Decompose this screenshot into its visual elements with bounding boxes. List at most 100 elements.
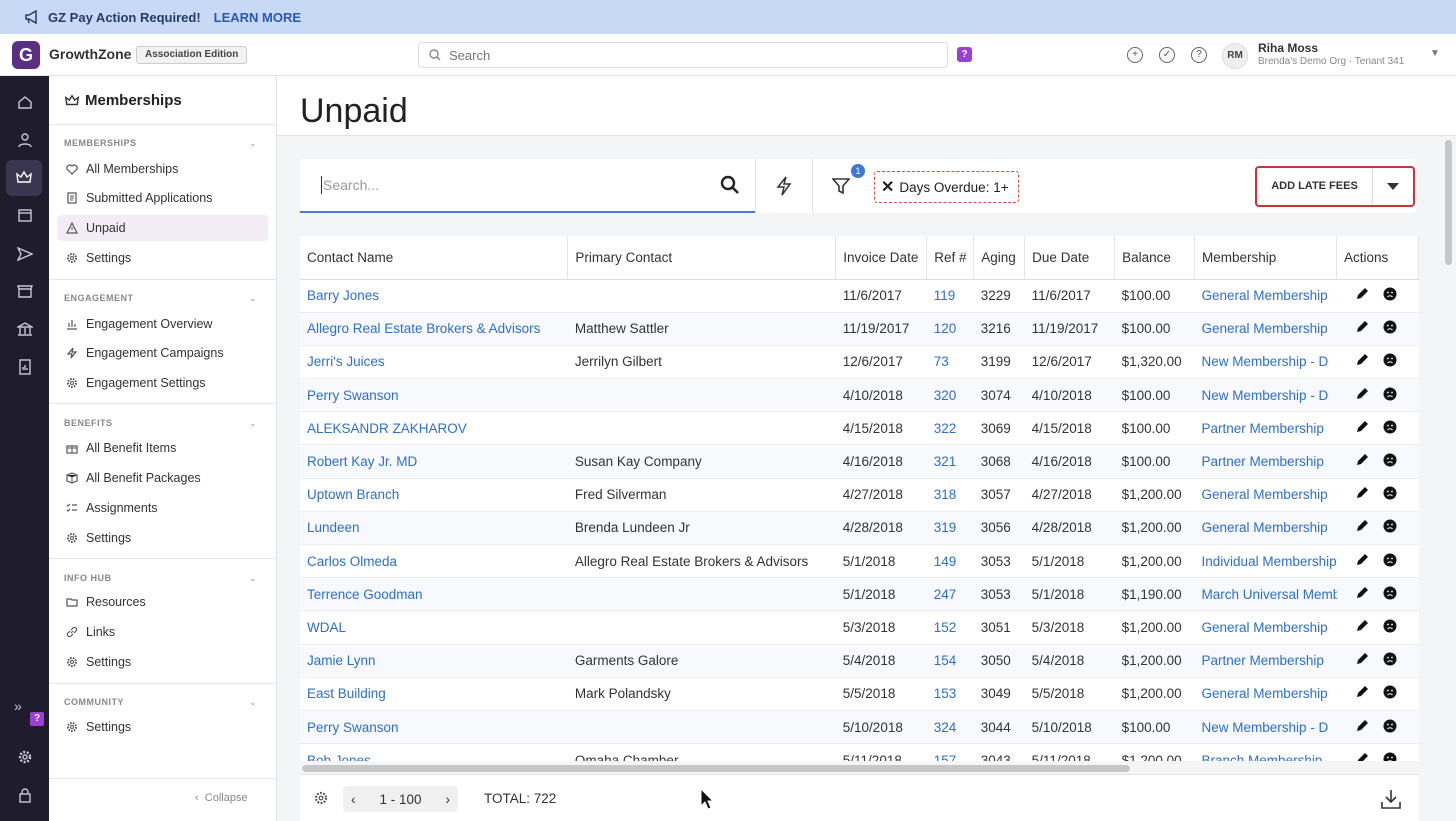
table-row[interactable]: Lundeen Brenda Lundeen Jr 4/28/2018 319 3056…: [300, 511, 1419, 546]
sad-face-icon[interactable]: [1383, 353, 1397, 370]
crown-icon[interactable]: [6, 160, 42, 196]
sad-face-icon[interactable]: [1383, 586, 1397, 603]
home-icon[interactable]: [16, 93, 34, 111]
membership-link[interactable]: Branch Membership: [1202, 753, 1337, 761]
edit-pencil-icon[interactable]: [1355, 519, 1369, 536]
edit-pencil-icon[interactable]: [1355, 685, 1369, 702]
table-row[interactable]: Bob Jones Omaha Chamber 5/11/2018 157 3043 5/…: [300, 743, 1419, 761]
chevron-down-icon[interactable]: ⌄: [249, 418, 257, 429]
table-row[interactable]: Carlos Olmeda Allegro Real Estate Brokers…: [300, 544, 1419, 579]
ref-number-link[interactable]: 322: [934, 421, 957, 436]
sidebar-item-engagement-settings[interactable]: Engagement Settings: [57, 370, 268, 396]
contact-name-link[interactable]: East Building: [307, 686, 386, 701]
add-late-fees-button[interactable]: ADD LATE FEES: [1257, 168, 1373, 205]
edit-pencil-icon[interactable]: [1355, 586, 1369, 603]
sad-face-icon[interactable]: [1383, 619, 1397, 636]
column-header[interactable]: Ref #: [926, 236, 975, 280]
horizontal-scrollbar[interactable]: [302, 765, 1130, 772]
edit-pencil-icon[interactable]: [1355, 486, 1369, 503]
ref-number-link[interactable]: 152: [934, 620, 957, 635]
contact-name-link[interactable]: Perry Swanson: [307, 720, 399, 735]
membership-link[interactable]: Individual Membership: [1202, 554, 1337, 569]
table-row[interactable]: East Building Mark Polandsky 5/5/2018 153 30…: [300, 677, 1419, 711]
sidebar-item-unpaid[interactable]: Unpaid: [57, 215, 268, 241]
sidebar-item-all-memberships[interactable]: All Memberships: [57, 156, 268, 182]
chevron-left-icon[interactable]: ‹: [351, 792, 356, 807]
learn-more-link[interactable]: LEARN MORE: [214, 10, 301, 25]
user-name[interactable]: Riha Moss: [1258, 41, 1318, 55]
membership-link[interactable]: General Membership: [1202, 620, 1337, 635]
sad-face-icon[interactable]: [1383, 652, 1397, 669]
table-row[interactable]: Uptown Branch Fred Silverman 4/27/2018 318 3…: [300, 478, 1419, 512]
question-circle-icon[interactable]: ?: [1191, 47, 1207, 63]
sidebar-item-info-hub-settings[interactable]: Settings: [57, 649, 268, 675]
add-circle-icon[interactable]: +: [1127, 47, 1143, 63]
membership-link[interactable]: Partner Membership: [1202, 653, 1337, 668]
check-circle-icon[interactable]: ✓: [1159, 47, 1175, 63]
close-icon[interactable]: ✕: [881, 177, 894, 197]
column-header[interactable]: Contact Name: [300, 236, 569, 280]
membership-link[interactable]: Partner Membership: [1202, 421, 1337, 436]
edit-pencil-icon[interactable]: [1355, 619, 1369, 636]
ref-number-link[interactable]: 319: [934, 520, 957, 535]
sad-face-icon[interactable]: [1383, 486, 1397, 503]
table-row[interactable]: Allegro Real Estate Brokers & Advisors Ma…: [300, 312, 1419, 346]
bolt-icon[interactable]: [776, 176, 792, 196]
membership-link[interactable]: New Membership - D: [1202, 354, 1337, 369]
ref-number-link[interactable]: 324: [934, 720, 957, 735]
gear-icon[interactable]: [314, 791, 328, 805]
table-row[interactable]: ALEKSANDR ZAKHAROV 4/15/2018 322 3069 4/15/2…: [300, 411, 1419, 446]
sidebar-item-submitted-applications[interactable]: Submitted Applications: [57, 185, 268, 211]
contact-name-link[interactable]: Lundeen: [307, 520, 360, 535]
sad-face-icon[interactable]: [1383, 420, 1397, 437]
sidebar-item-benefits-settings[interactable]: Settings: [57, 525, 268, 551]
edit-pencil-icon[interactable]: [1355, 420, 1369, 437]
contact-name-link[interactable]: Jerri's Juices: [307, 354, 385, 369]
membership-link[interactable]: New Membership - D: [1202, 720, 1337, 735]
send-icon[interactable]: [16, 245, 34, 263]
ref-number-link[interactable]: 149: [934, 554, 957, 569]
sad-face-icon[interactable]: [1383, 719, 1397, 736]
table-row[interactable]: Jamie Lynn Garments Galore 5/4/2018 154 3050…: [300, 644, 1419, 678]
contact-name-link[interactable]: Jamie Lynn: [307, 653, 376, 668]
membership-link[interactable]: Partner Membership: [1202, 454, 1337, 469]
sad-face-icon[interactable]: [1383, 519, 1397, 536]
sad-face-icon[interactable]: [1383, 752, 1397, 761]
filter-icon[interactable]: [832, 177, 850, 195]
download-icon[interactable]: [1380, 788, 1402, 810]
column-header[interactable]: Due Date: [1024, 236, 1116, 280]
edit-pencil-icon[interactable]: [1355, 752, 1369, 761]
edit-pencil-icon[interactable]: [1355, 553, 1369, 570]
chevron-right-icon[interactable]: ›: [446, 792, 451, 807]
contact-name-link[interactable]: Bob Jones: [307, 753, 371, 761]
edit-pencil-icon[interactable]: [1355, 353, 1369, 370]
chevron-down-icon[interactable]: ⌄: [249, 138, 257, 149]
edit-pencil-icon[interactable]: [1355, 652, 1369, 669]
sidebar-item-community-settings[interactable]: Settings: [57, 714, 268, 740]
ref-number-link[interactable]: 153: [934, 686, 957, 701]
column-header[interactable]: Balance: [1114, 236, 1196, 280]
table-row[interactable]: Robert Kay Jr. MD Susan Kay Company 4/16/2…: [300, 444, 1419, 479]
column-header[interactable]: Primary Contact: [567, 236, 837, 280]
ref-number-link[interactable]: 120: [934, 321, 957, 336]
avatar[interactable]: RM: [1222, 43, 1248, 69]
sidebar-item-memberships-settings[interactable]: Settings: [57, 245, 268, 271]
ref-number-link[interactable]: 119: [934, 288, 956, 303]
sidebar-item-engagement-overview[interactable]: Engagement Overview: [57, 311, 268, 337]
membership-link[interactable]: General Membership: [1202, 487, 1337, 502]
vertical-scrollbar[interactable]: [1445, 140, 1452, 265]
edit-pencil-icon[interactable]: [1355, 453, 1369, 470]
chevron-down-icon[interactable]: ▼: [1430, 48, 1440, 59]
contact-name-link[interactable]: Carlos Olmeda: [307, 554, 397, 569]
sidebar-item-assignments[interactable]: Assignments: [57, 495, 268, 521]
sidebar-item-resources[interactable]: Resources: [57, 589, 268, 615]
lock-icon[interactable]: [16, 786, 34, 804]
membership-link[interactable]: March Universal Membership: [1202, 587, 1337, 602]
edit-pencil-icon[interactable]: [1355, 320, 1369, 337]
ref-number-link[interactable]: 247: [934, 587, 957, 602]
rail-help-icon[interactable]: ?: [30, 712, 44, 726]
report-icon[interactable]: [16, 358, 34, 376]
chevron-down-icon[interactable]: ⌄: [249, 573, 257, 584]
membership-link[interactable]: New Membership - D: [1202, 388, 1337, 403]
collapse-sidebar-button[interactable]: ‹ Collapse: [195, 792, 248, 804]
